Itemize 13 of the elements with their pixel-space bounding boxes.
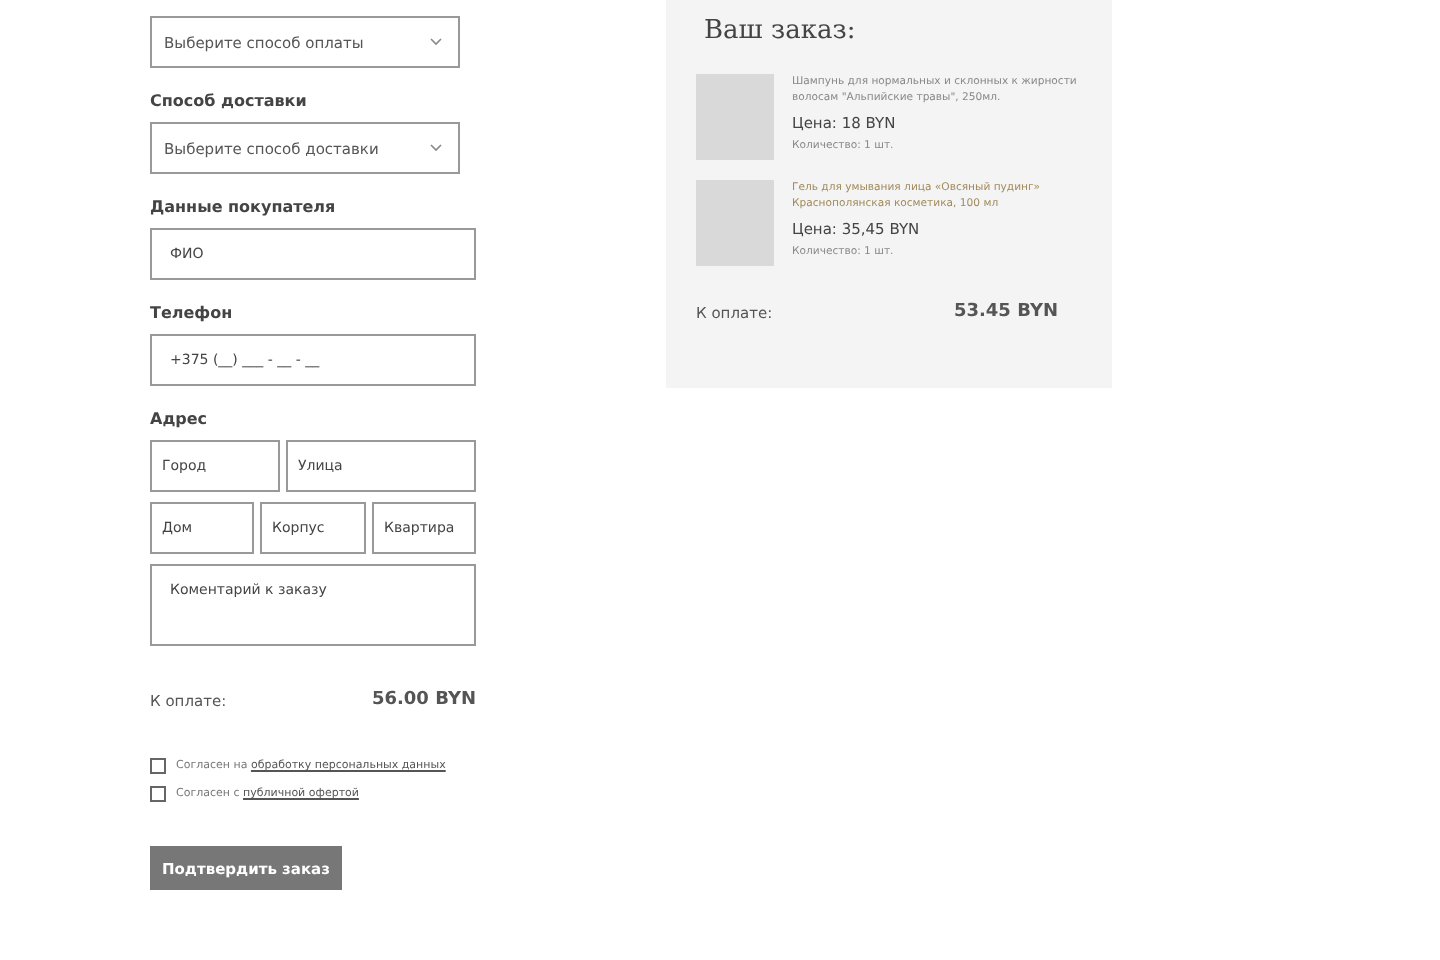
checkbox[interactable]	[150, 758, 166, 774]
buyer-label: Данные покупателя	[150, 198, 338, 216]
chevron-down-icon	[430, 144, 442, 152]
photo-placeholder	[696, 180, 774, 266]
total-value: 56.00 BYN	[371, 690, 476, 710]
order-total-value: 53.45 BYN	[953, 302, 1058, 322]
address-label: Адрес	[150, 410, 210, 428]
checkbox[interactable]	[150, 786, 166, 802]
phone-label: Телефон	[150, 304, 235, 322]
photo-placeholder	[696, 74, 774, 160]
order-title: Ваш заказ:	[704, 16, 858, 46]
delivery-label: Способ доставки	[150, 92, 309, 110]
chevron-down-icon	[430, 38, 442, 46]
